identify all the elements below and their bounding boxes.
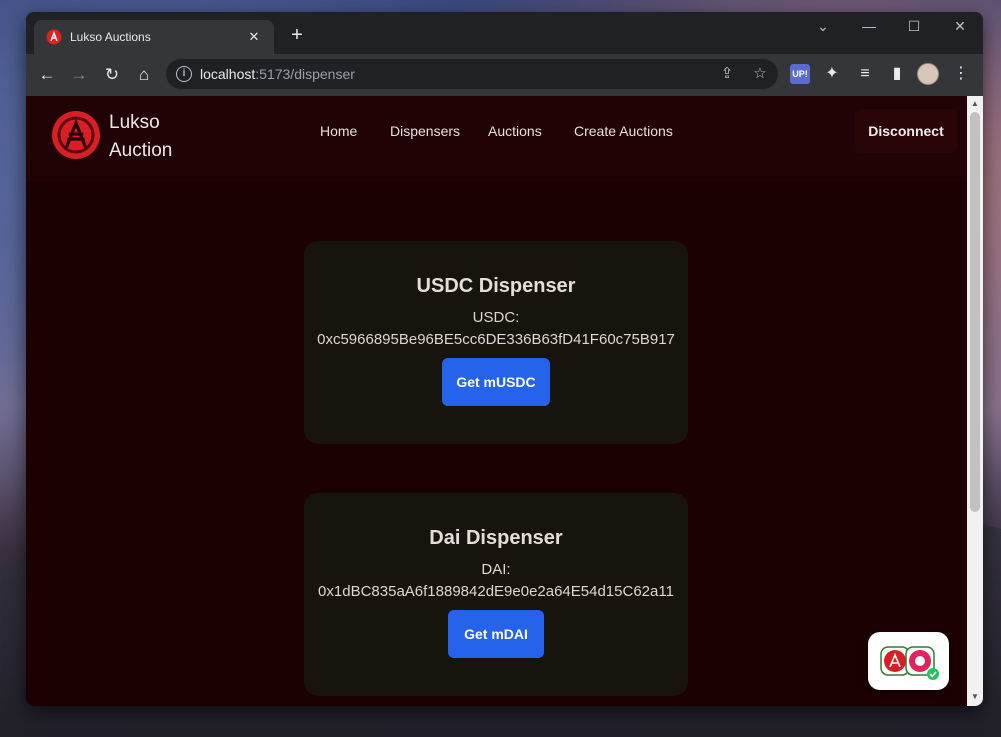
token-label: USDC: <box>472 309 520 326</box>
tab-search-icon[interactable]: ⌄ <box>808 18 838 35</box>
forward-icon[interactable]: → <box>66 63 92 89</box>
media-control-icon[interactable]: ≡ <box>855 64 875 84</box>
tab-close-icon[interactable]: ✕ <box>244 29 264 45</box>
url-host: localhost <box>200 66 256 82</box>
scroll-thumb[interactable] <box>970 112 980 512</box>
profile-avatar[interactable] <box>917 63 939 85</box>
token-address: 0x1dBC835aA6f1889842dE9e0e2a64E54d15C62a… <box>318 583 674 600</box>
browser-toolbar: ← → ↻ ⌂ i localhost:5173/dispenser ⇪ ☆ U… <box>26 54 983 96</box>
usdc-dispenser-card: USDC Dispenser USDC: 0xc5966895Be96BE5cc… <box>304 241 688 444</box>
browser-menu-icon[interactable]: ⋮ <box>951 64 971 84</box>
page-viewport: Lukso Auction Home Dispensers Auctions C… <box>26 96 983 706</box>
back-icon[interactable]: ← <box>34 63 60 89</box>
home-icon[interactable]: ⌂ <box>131 63 157 89</box>
reload-icon[interactable]: ↻ <box>99 63 125 89</box>
universal-profile-widget[interactable] <box>868 632 949 690</box>
new-tab-button[interactable]: + <box>286 24 308 47</box>
address-bar[interactable]: i localhost:5173/dispenser ⇪ ☆ <box>166 59 778 89</box>
token-address: 0xc5966895Be96BE5cc6DE336B63fD41F60c75B9… <box>317 331 675 348</box>
url-path: :5173/dispenser <box>255 66 355 82</box>
profile-connection-icon <box>880 646 939 680</box>
browser-tab[interactable]: Lukso Auctions ✕ <box>34 20 274 54</box>
nav-home[interactable]: Home <box>320 123 357 139</box>
nav-dispensers[interactable]: Dispensers <box>390 123 460 139</box>
nav-create-auctions[interactable]: Create Auctions <box>574 123 673 139</box>
nav-auctions[interactable]: Auctions <box>488 123 542 139</box>
page-scrollbar[interactable]: ▲ ▼ <box>967 96 983 706</box>
maximize-icon[interactable]: ☐ <box>899 18 929 35</box>
tab-title: Lukso Auctions <box>70 30 151 44</box>
token-label: DAI: <box>481 561 511 578</box>
share-icon[interactable]: ⇪ <box>716 64 738 82</box>
brand-line-2: Auction <box>109 140 173 161</box>
extensions-puzzle-icon[interactable]: ✦ <box>822 64 842 84</box>
dai-dispenser-card: Dai Dispenser DAI: 0x1dBC835aA6f1889842d… <box>304 493 688 696</box>
site-info-icon[interactable]: i <box>176 66 192 82</box>
card-title: Dai Dispenser <box>429 527 563 549</box>
get-musdc-button[interactable]: Get mUSDC <box>442 358 550 406</box>
close-window-icon[interactable]: ✕ <box>945 18 975 35</box>
brand-name[interactable]: Lukso Auction <box>109 109 172 165</box>
lukso-auction-favicon-icon <box>46 29 62 45</box>
universal-profile-extension-icon[interactable]: UP! <box>790 64 810 84</box>
brand-line-1: Lukso <box>109 112 160 133</box>
bookmark-star-icon[interactable]: ☆ <box>749 64 771 82</box>
browser-window: Lukso Auctions ✕ + ⌄ — ☐ ✕ ← → ↻ ⌂ i loc… <box>26 12 983 706</box>
tab-strip: Lukso Auctions ✕ + ⌄ — ☐ ✕ <box>26 12 983 54</box>
app-navbar: Lukso Auction Home Dispensers Auctions C… <box>26 96 967 181</box>
get-mdai-button[interactable]: Get mDAI <box>448 610 544 658</box>
scroll-down-icon[interactable]: ▼ <box>970 692 980 701</box>
url-text[interactable]: localhost:5173/dispenser <box>200 66 355 82</box>
minimize-icon[interactable]: — <box>854 18 884 34</box>
card-title: USDC Dispenser <box>416 275 576 297</box>
disconnect-button[interactable]: Disconnect <box>855 109 957 153</box>
scroll-up-icon[interactable]: ▲ <box>970 99 980 108</box>
side-panel-icon[interactable]: ▮ <box>887 64 907 84</box>
lukso-auction-logo-icon[interactable] <box>50 109 102 161</box>
